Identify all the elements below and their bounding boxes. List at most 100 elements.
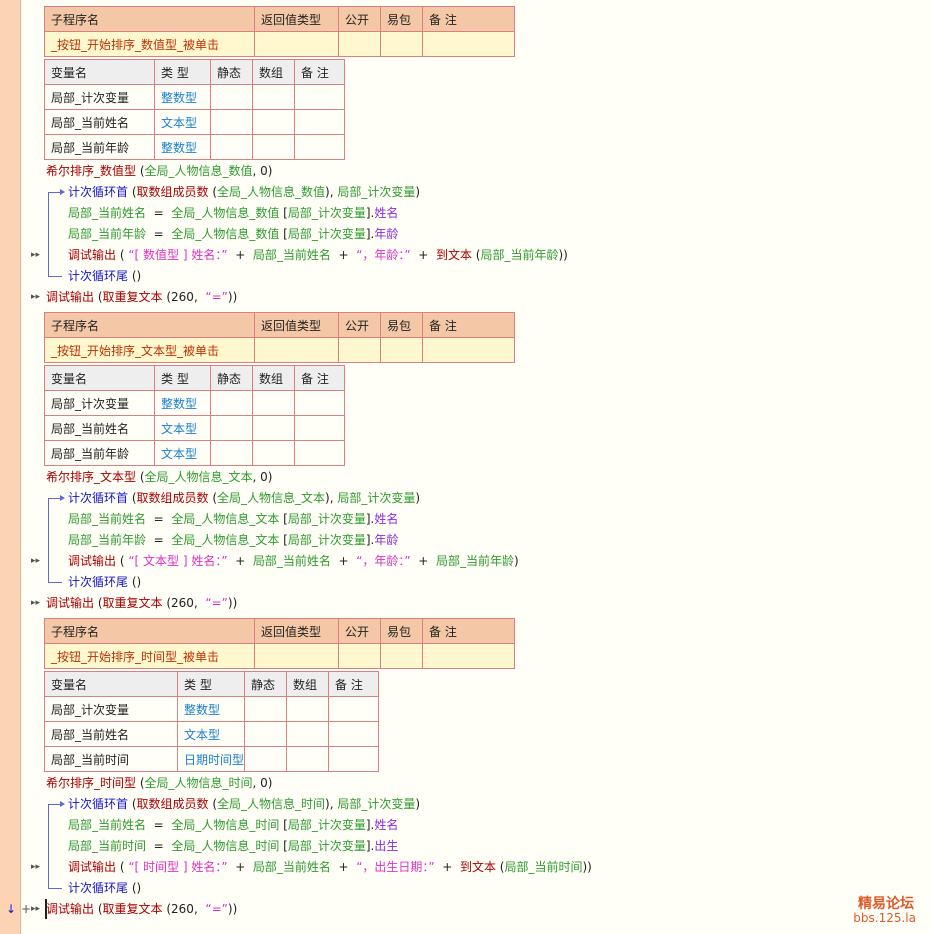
editor-gutter[interactable] — [0, 0, 20, 934]
subroutine-row[interactable]: _按钮_开始排序_时间型_被单击 — [44, 643, 515, 669]
down-arrow-icon[interactable]: ↓ — [6, 899, 16, 919]
variable-type[interactable]: 文本型 — [176, 721, 246, 747]
code-line-assign1[interactable]: 局部_当前姓名 = 全局_人物信息_时间 [局部_计次变量].姓名 — [68, 815, 398, 835]
variable-cell[interactable] — [294, 134, 345, 160]
code-line-debug[interactable]: 调试输出 ( “[ 时间型 ] 姓名：” + 局部_当前姓名 + “，出生日期：… — [68, 857, 592, 877]
variable-cell[interactable] — [286, 696, 330, 722]
variable-cell[interactable] — [294, 84, 345, 110]
variable-name[interactable]: 局部_当前姓名 — [44, 415, 155, 441]
variable-cell[interactable] — [328, 696, 380, 722]
variable-cell[interactable] — [328, 746, 380, 772]
variable-row[interactable]: 局部_当前年龄 文本型 — [44, 440, 345, 466]
variable-cell[interactable] — [252, 415, 295, 441]
variable-cell[interactable] — [210, 134, 253, 160]
subroutine-cell[interactable] — [380, 643, 423, 669]
variable-name[interactable]: 局部_当前年龄 — [44, 440, 155, 466]
code-line-loop[interactable]: 计次循环首 (取数组成员数 (全局_人物信息_时间), 局部_计次变量) — [68, 794, 420, 814]
variable-type[interactable]: 整数型 — [154, 390, 211, 416]
variable-cell[interactable] — [210, 109, 253, 135]
variable-row[interactable]: 局部_计次变量 整数型 — [44, 84, 345, 110]
variable-cell[interactable] — [210, 415, 253, 441]
variable-type[interactable]: 整数型 — [176, 696, 246, 722]
variable-type[interactable]: 日期时间型 — [176, 746, 246, 772]
variable-cell[interactable] — [210, 390, 253, 416]
variable-cell[interactable] — [294, 109, 345, 135]
subroutine-cell[interactable] — [422, 31, 515, 57]
subroutine-cell[interactable] — [254, 31, 339, 57]
subroutine-cell[interactable] — [338, 31, 381, 57]
subroutine-name[interactable]: _按钮_开始排序_时间型_被单击 — [44, 643, 255, 669]
code-line-loop[interactable]: 计次循环首 (取数组成员数 (全局_人物信息_数值), 局部_计次变量) — [68, 182, 420, 202]
plus-icon[interactable]: + — [21, 899, 31, 919]
variable-name[interactable]: 局部_当前年龄 — [44, 134, 155, 160]
variable-cell[interactable] — [286, 721, 330, 747]
subroutine-row[interactable]: _按钮_开始排序_数值型_被单击 — [44, 31, 515, 57]
variable-cell[interactable] — [286, 746, 330, 772]
code-line-final[interactable]: 调试输出 (取重复文本 (260, “=”)) — [46, 593, 237, 613]
code-line-loop-end[interactable]: 计次循环尾 () — [68, 878, 141, 898]
variable-name[interactable]: 局部_计次变量 — [44, 84, 155, 110]
variable-name[interactable]: 局部_计次变量 — [44, 390, 155, 416]
subroutine-cell[interactable] — [422, 643, 515, 669]
variable-cell[interactable] — [210, 440, 253, 466]
variable-cell[interactable] — [252, 440, 295, 466]
variable-cell[interactable] — [294, 440, 345, 466]
variable-cell[interactable] — [252, 390, 295, 416]
code-line-assign1[interactable]: 局部_当前姓名 = 全局_人物信息_数值 [局部_计次变量].姓名 — [68, 203, 398, 223]
code-line-sort-call[interactable]: 希尔排序_数值型 (全局_人物信息_数值, 0) — [46, 161, 272, 181]
variable-row[interactable]: 局部_当前姓名 文本型 — [44, 721, 380, 747]
subroutine-cell[interactable] — [380, 337, 423, 363]
variable-type[interactable]: 文本型 — [154, 440, 211, 466]
variable-cell[interactable] — [252, 134, 295, 160]
code-line-loop-end[interactable]: 计次循环尾 () — [68, 572, 141, 592]
subroutine-cell[interactable] — [338, 643, 381, 669]
variable-cell[interactable] — [328, 721, 380, 747]
variable-name[interactable]: 局部_当前时间 — [44, 746, 178, 772]
breakpoint-arrow-icon[interactable]: ▸▸ — [31, 245, 40, 265]
variable-row[interactable]: 局部_计次变量 整数型 — [44, 390, 345, 416]
breakpoint-arrow-icon[interactable]: ▸▸ — [31, 551, 40, 571]
variable-cell[interactable] — [210, 84, 253, 110]
code-line-sort-call[interactable]: 希尔排序_时间型 (全局_人物信息_时间, 0) — [46, 773, 272, 793]
breakpoint-arrow-icon[interactable]: ▸▸ — [31, 857, 40, 877]
subroutine-name[interactable]: _按钮_开始排序_数值型_被单击 — [44, 31, 255, 57]
code-line-assign2[interactable]: 局部_当前年龄 = 全局_人物信息_数值 [局部_计次变量].年龄 — [68, 224, 398, 244]
subroutine-cell[interactable] — [422, 337, 515, 363]
variable-cell[interactable] — [244, 721, 288, 747]
code-line-final[interactable]: 调试输出 (取重复文本 (260, “=”)) — [46, 899, 237, 919]
subroutine-cell[interactable] — [254, 337, 339, 363]
variable-type[interactable]: 文本型 — [154, 109, 211, 135]
variable-row[interactable]: 局部_当前年龄 整数型 — [44, 134, 345, 160]
variable-cell[interactable] — [294, 415, 345, 441]
subroutine-cell[interactable] — [254, 643, 339, 669]
code-line-debug[interactable]: 调试输出 ( “[ 文本型 ] 姓名：” + 局部_当前姓名 + “，年龄：” … — [68, 551, 519, 571]
variable-type[interactable]: 文本型 — [154, 415, 211, 441]
code-line-loop[interactable]: 计次循环首 (取数组成员数 (全局_人物信息_文本), 局部_计次变量) — [68, 488, 420, 508]
code-line-debug[interactable]: 调试输出 ( “[ 数值型 ] 姓名：” + 局部_当前姓名 + “，年龄：” … — [68, 245, 568, 265]
subroutine-cell[interactable] — [338, 337, 381, 363]
code-line-assign2[interactable]: 局部_当前年龄 = 全局_人物信息_文本 [局部_计次变量].年龄 — [68, 530, 398, 550]
subroutine-row[interactable]: _按钮_开始排序_文本型_被单击 — [44, 337, 515, 363]
variable-type[interactable]: 整数型 — [154, 134, 211, 160]
breakpoint-arrow-icon[interactable]: ▸▸ — [31, 593, 40, 613]
variable-cell[interactable] — [244, 746, 288, 772]
breakpoint-arrow-icon[interactable]: ▸▸ — [31, 899, 40, 919]
variable-row[interactable]: 局部_当前姓名 文本型 — [44, 109, 345, 135]
variable-cell[interactable] — [252, 84, 295, 110]
variable-type[interactable]: 整数型 — [154, 84, 211, 110]
code-line-assign2[interactable]: 局部_当前时间 = 全局_人物信息_时间 [局部_计次变量].出生 — [68, 836, 398, 856]
breakpoint-arrow-icon[interactable]: ▸▸ — [31, 287, 40, 307]
variable-cell[interactable] — [252, 109, 295, 135]
code-line-assign1[interactable]: 局部_当前姓名 = 全局_人物信息_文本 [局部_计次变量].姓名 — [68, 509, 398, 529]
variable-row[interactable]: 局部_当前姓名 文本型 — [44, 415, 345, 441]
code-line-final[interactable]: 调试输出 (取重复文本 (260, “=”)) — [46, 287, 237, 307]
subroutine-name[interactable]: _按钮_开始排序_文本型_被单击 — [44, 337, 255, 363]
variable-name[interactable]: 局部_当前姓名 — [44, 109, 155, 135]
variable-row[interactable]: 局部_当前时间 日期时间型 — [44, 746, 380, 772]
subroutine-cell[interactable] — [380, 31, 423, 57]
code-line-loop-end[interactable]: 计次循环尾 () — [68, 266, 141, 286]
code-line-sort-call[interactable]: 希尔排序_文本型 (全局_人物信息_文本, 0) — [46, 467, 272, 487]
variable-name[interactable]: 局部_计次变量 — [44, 696, 178, 722]
variable-cell[interactable] — [244, 696, 288, 722]
variable-cell[interactable] — [294, 390, 345, 416]
